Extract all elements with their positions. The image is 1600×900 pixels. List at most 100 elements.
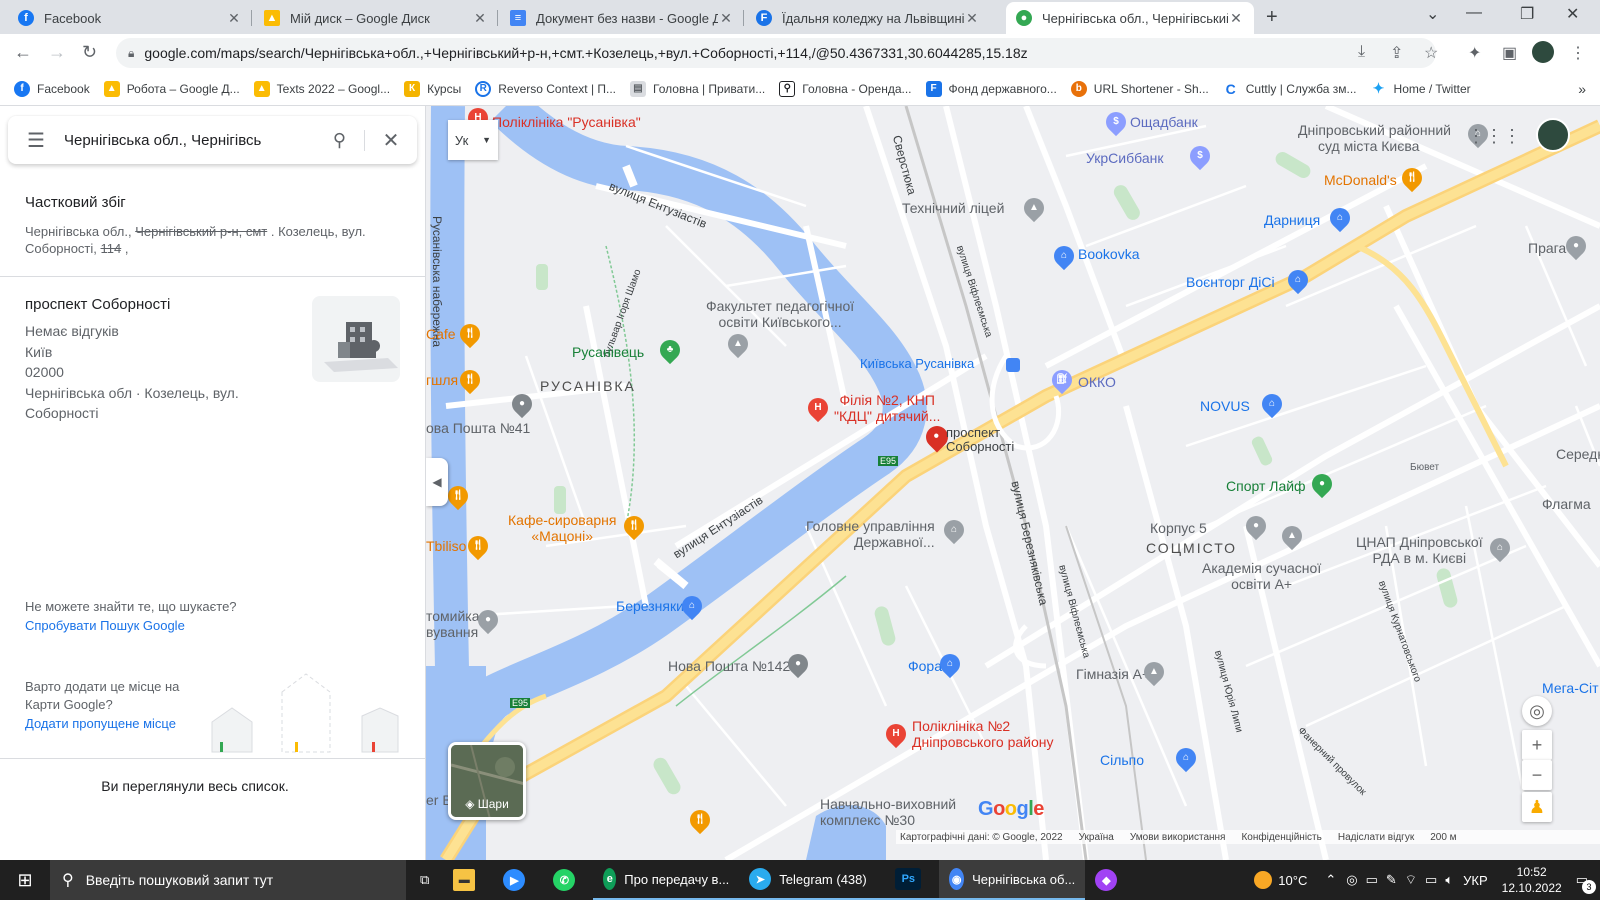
bookmark-item[interactable]: ▤ Головна | Привати... — [630, 80, 765, 97]
poi-label[interactable]: Прага — [1528, 240, 1566, 256]
menu-icon[interactable]: ☰ — [8, 128, 64, 153]
poi-label[interactable]: ЦНАП Дніпровської РДА в м. Києві — [1356, 534, 1483, 566]
my-location-button[interactable]: ◎ — [1522, 696, 1552, 726]
bookmark-item[interactable]: ▲ Texts 2022 – Googl... — [253, 80, 390, 97]
tab-fond[interactable]: F Їдальня коледжу на Львівщині ✕ — [746, 2, 990, 34]
place-pin-icon[interactable]: ● — [1241, 511, 1271, 541]
poi-label[interactable]: Гімназія А+ — [1076, 666, 1150, 682]
shopping-pin-icon[interactable]: ⌂ — [1049, 241, 1079, 271]
place-placeholder-image[interactable] — [312, 296, 400, 382]
transit-stop-icon[interactable] — [1006, 358, 1020, 372]
school-pin-icon[interactable]: ▲ — [1277, 521, 1307, 551]
feedback-link[interactable]: Надіслати відгук — [1338, 832, 1414, 843]
poi-label[interactable]: Бювет — [1410, 462, 1439, 473]
bank-pin-icon[interactable]: $ — [1185, 141, 1215, 171]
tab-google-drive[interactable]: ▲ Мій диск – Google Диск ✕ — [254, 2, 498, 34]
tab-facebook[interactable]: f Facebook ✕ — [8, 2, 252, 34]
clock[interactable]: 10:52 12.10.2022 — [1502, 864, 1562, 896]
poi-label[interactable]: УкрСиббанк — [1086, 150, 1163, 166]
place-pin-icon[interactable]: ● — [507, 389, 537, 419]
bookmark-item[interactable]: R Reverso Context | П... — [475, 80, 616, 97]
extensions-icon[interactable]: ✦ — [1468, 43, 1481, 63]
new-tab-button[interactable]: + — [1266, 6, 1278, 29]
shopping-pin-icon[interactable]: ⌂ — [1283, 265, 1313, 295]
poi-label[interactable]: Сільпо — [1100, 752, 1144, 768]
poi-label[interactable]: Навчально-виховний комплекс №30 — [820, 796, 956, 828]
add-missing-place-link[interactable]: Додати пропущене місце — [25, 716, 176, 731]
menu-icon[interactable]: ⋮ — [1570, 43, 1586, 63]
try-google-search-link[interactable]: Спробувати Пошук Google — [25, 618, 185, 633]
forward-icon[interactable]: → — [48, 42, 66, 63]
poi-label[interactable]: Флагма — [1542, 496, 1591, 512]
poi-label[interactable]: Ощадбанк — [1130, 114, 1198, 130]
result-card[interactable]: проспект Соборності Немає відгуків Київ … — [25, 296, 295, 424]
notifications-icon[interactable]: ▭ 3 — [1576, 872, 1596, 894]
map-language-button[interactable]: Ук ▼ — [448, 120, 498, 160]
street-view-pegman[interactable]: ♟ — [1522, 792, 1552, 822]
battery-icon[interactable]: ▭ — [1425, 872, 1437, 888]
poi-label[interactable]: Поліклініка №2 Дніпровського району — [912, 718, 1054, 750]
restaurant-pin-icon[interactable]: 🍴︎ — [463, 531, 493, 561]
poi-label[interactable]: Філія №2, КНП "КДЦ" дитячий... — [834, 392, 940, 424]
share-icon[interactable]: ⇪ — [1390, 43, 1403, 63]
close-window-button[interactable]: ✕ — [1566, 4, 1579, 24]
file-explorer-icon[interactable]: ▬ — [443, 860, 493, 900]
poi-label[interactable]: Березняки — [616, 598, 684, 614]
map-canvas[interactable]: Русанівська набережна вулиця Ентузіастів… — [426, 106, 1600, 860]
poi-label[interactable]: гшля — [426, 372, 458, 388]
result-name[interactable]: проспект Соборності — [25, 296, 295, 313]
shopping-pin-icon[interactable]: ⌂ — [1257, 389, 1287, 419]
collapse-panel-button[interactable]: ◀ — [426, 458, 448, 506]
government-pin-icon[interactable]: ⌂ — [939, 515, 969, 545]
pen-icon[interactable]: ✎ — [1386, 872, 1397, 888]
poi-label[interactable]: ова Пошта №41 — [426, 420, 530, 436]
network-icon[interactable]: ⌔ — [1405, 872, 1417, 888]
poi-label[interactable]: Мега-Сіт — [1542, 680, 1599, 696]
shopping-pin-icon[interactable]: ⌂ — [1325, 203, 1355, 233]
poi-label[interactable]: Фора — [908, 658, 942, 674]
bookmark-item[interactable]: ✦ Home / Twitter — [1370, 80, 1471, 97]
back-icon[interactable]: ← — [14, 42, 32, 63]
taskbar-app-photoshop[interactable]: Ps — [885, 860, 940, 900]
gas-station-pin-icon[interactable]: ⛽︎ — [1047, 365, 1077, 395]
bookmark-item[interactable]: ⚲ Головна - Оренда... — [779, 80, 912, 97]
poi-label[interactable]: ОККО — [1078, 374, 1116, 390]
maximize-button[interactable]: ❐ — [1520, 4, 1534, 24]
restaurant-pin-icon[interactable]: 🍴︎ — [443, 481, 473, 511]
country-link[interactable]: Україна — [1079, 832, 1114, 843]
bookmark-item[interactable]: К Курсы — [404, 80, 461, 97]
government-pin-icon[interactable]: ⌂ — [1485, 533, 1515, 563]
apps-grid-icon[interactable]: ⋮⋮⋮ — [1467, 126, 1521, 147]
school-pin-icon[interactable]: ▲ — [1019, 193, 1049, 223]
viber-icon[interactable]: ◎ — [1346, 872, 1357, 888]
poi-label[interactable]: Кафе-сироварня «Мацоні» — [508, 512, 616, 544]
tab-search-icon[interactable]: ⌄ — [1426, 4, 1439, 24]
close-icon[interactable]: ✕ — [1228, 10, 1244, 27]
poi-label[interactable]: Корпус 5 — [1150, 520, 1207, 536]
restaurant-pin-icon[interactable]: 🍴︎ — [1397, 163, 1427, 193]
close-icon[interactable]: ✕ — [964, 10, 980, 27]
park-pin-icon[interactable]: ♣ — [655, 335, 685, 365]
close-icon[interactable]: ✕ — [365, 128, 417, 153]
poi-label[interactable]: Технічний ліцей — [902, 200, 1004, 216]
search-input[interactable]: Чернігівська обл., Чернігівсь — [64, 132, 315, 149]
bookmark-item[interactable]: C Cuttly | Служба зм... — [1222, 80, 1357, 97]
color-picker-app-icon[interactable]: ◆ — [1085, 860, 1135, 900]
storage-icon[interactable]: ▭ — [1366, 872, 1378, 888]
bookmark-item[interactable]: b URL Shortener - Sh... — [1070, 80, 1209, 97]
search-box[interactable]: ☰ Чернігівська обл., Чернігівсь ⚲ ✕ — [8, 116, 417, 164]
poi-label[interactable]: NOVUS — [1200, 398, 1250, 414]
poi-label[interactable]: Воєнторг ДіСі — [1186, 274, 1275, 290]
restaurant-pin-icon[interactable]: 🍴︎ — [455, 319, 485, 349]
taskbar-app-edge[interactable]: e Про передачу в... — [593, 860, 740, 900]
shopping-pin-icon[interactable]: ⌂ — [677, 591, 707, 621]
install-icon[interactable]: ⤓ — [1358, 43, 1365, 61]
place-pin-icon[interactable]: ● — [473, 605, 503, 635]
shopping-pin-icon[interactable]: ⌂ — [1171, 743, 1201, 773]
scale-label[interactable]: 200 м — [1430, 832, 1456, 843]
layers-button[interactable]: ◈ Шари — [448, 742, 526, 820]
taskbar-app-telegram[interactable]: ➤ Telegram (438) — [739, 860, 886, 900]
poi-label[interactable]: Cafe — [426, 326, 456, 342]
profile-avatar[interactable] — [1532, 41, 1554, 63]
poi-label[interactable]: Київська Русанівка — [860, 356, 974, 371]
